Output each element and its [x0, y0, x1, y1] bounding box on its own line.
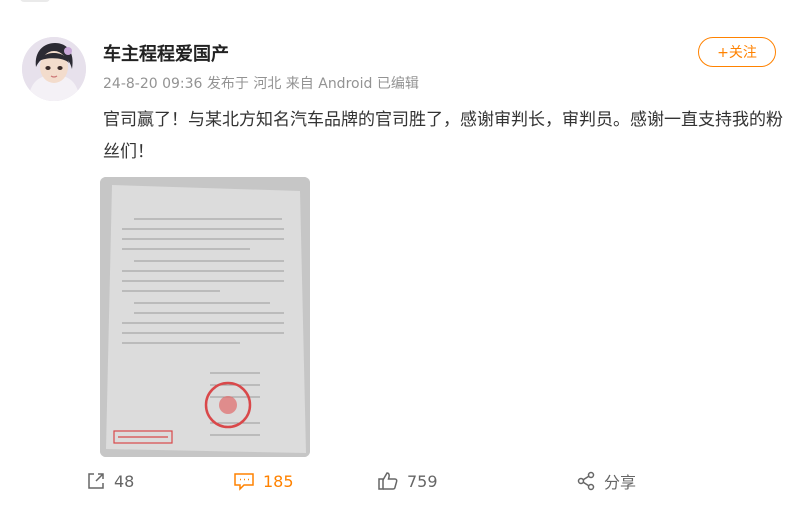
- top-fragment: [0, 0, 800, 14]
- comment-button[interactable]: 185: [233, 466, 294, 496]
- share-label: 分享: [604, 473, 637, 492]
- like-button[interactable]: 759: [377, 466, 438, 496]
- share-button[interactable]: 分享: [576, 466, 636, 496]
- comment-icon: [233, 471, 255, 491]
- username[interactable]: 车主程程爱国产: [103, 40, 229, 66]
- share-fade-overlay: [636, 466, 696, 496]
- repost-icon: [86, 471, 106, 491]
- repost-button[interactable]: 48: [86, 466, 134, 496]
- post-image[interactable]: [100, 177, 310, 457]
- like-count: 759: [407, 471, 438, 491]
- thumbs-up-icon: [377, 471, 399, 491]
- post-text: 官司赢了！与某北方知名汽车品牌的官司胜了，感谢审判长，审判员。感谢一直支持我的粉…: [103, 110, 783, 162]
- share-icon: [576, 471, 596, 491]
- action-bar: 48 185 759 分享: [0, 466, 800, 496]
- comment-count: 185: [263, 471, 294, 491]
- repost-count: 48: [114, 471, 135, 491]
- follow-button[interactable]: +关注: [698, 37, 776, 67]
- post-meta: 24-8-20 09:36 发布于 河北 来自 Android 已编辑: [103, 76, 419, 92]
- avatar[interactable]: [22, 37, 86, 101]
